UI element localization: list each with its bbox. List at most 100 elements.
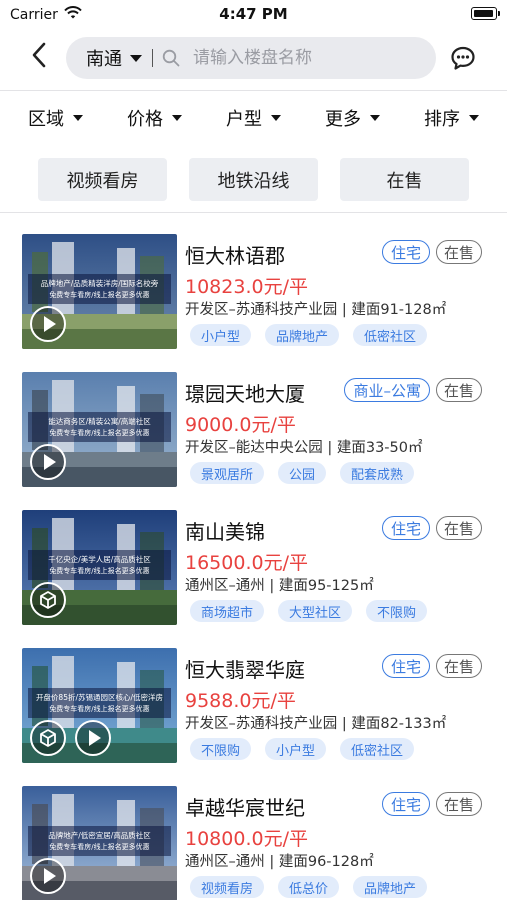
feature-tag: 低密社区: [340, 738, 415, 760]
listing-tags: 不限购 小户型 低密社区: [190, 738, 415, 760]
listing-title: 恒大翡翠华庭: [185, 658, 305, 682]
feature-tag: 商场超市: [190, 600, 265, 622]
feature-tag: 景观居所: [190, 462, 265, 484]
feature-tag: 视频看房: [190, 876, 265, 898]
search-divider: [152, 49, 153, 67]
tags-divider: [0, 212, 507, 213]
sale-status-badge: 在售: [435, 240, 482, 264]
filter-bar: 区域 价格 户型 更多 排序: [0, 94, 507, 142]
caret-down-icon: [271, 115, 281, 121]
property-type-badge: 住宅: [381, 516, 430, 540]
thumbnail-caption: 免费专车看房/线上报名更多优惠: [49, 429, 150, 437]
listing-title: 恒大林语郡: [185, 244, 285, 268]
feature-tag: 小户型: [265, 738, 327, 760]
listing-location: 开发区–能达中央公园 | 建面33-50㎡: [185, 440, 423, 456]
listing-thumbnail[interactable]: 千亿央企/美学人居/高品质社区 免费专车看房/线上报名更多优惠: [22, 510, 177, 625]
caret-down-icon: [469, 115, 479, 121]
property-type-badge: 商业–公寓: [344, 378, 430, 402]
message-button[interactable]: [449, 44, 477, 72]
thumbnail-caption: 能达商务区/精装公寓/高端社区: [48, 417, 151, 426]
filter-region[interactable]: 区域: [28, 105, 83, 131]
listing-card[interactable]: 品牌地产/品质精装洋房/国际名校旁 免费专车看房/线上报名更多优惠 恒大林语郡 …: [0, 222, 507, 360]
sale-status-badge: 在售: [435, 792, 482, 816]
listing-tags: 景观居所 公园 配套成熟: [190, 462, 415, 484]
quick-tag-on-sale[interactable]: 在售: [340, 158, 469, 201]
feature-tag: 品牌地产: [265, 324, 340, 346]
listing-location: 通州区–通州 | 建面96-128㎡: [185, 854, 374, 870]
listing-card[interactable]: 品牌地产/低密宜居/高品质社区 免费专车看房/线上报名更多优惠 卓越华宸世纪 住…: [0, 774, 507, 900]
vr-cube-icon[interactable]: [30, 582, 66, 618]
property-type-badge: 住宅: [381, 240, 430, 264]
thumbnail-caption: 免费专车看房/线上报名更多优惠: [49, 567, 150, 575]
vr-cube-icon[interactable]: [30, 720, 66, 756]
listing-price: 9588.0元/平: [185, 690, 296, 712]
feature-tag: 低密社区: [353, 324, 428, 346]
search-input[interactable]: [193, 48, 373, 68]
thumbnail-caption: 免费专车看房/线上报名更多优惠: [49, 291, 150, 299]
feature-tag: 大型社区: [278, 600, 353, 622]
status-bar: Carrier 4:47 PM: [0, 0, 507, 30]
city-selector[interactable]: 南通: [86, 45, 122, 71]
play-icon[interactable]: [30, 306, 66, 342]
sale-status-badge: 在售: [435, 516, 482, 540]
filter-label: 排序: [424, 109, 460, 130]
listing-badges: 住宅 在售: [381, 792, 482, 816]
play-icon[interactable]: [75, 720, 111, 756]
caret-down-icon: [370, 115, 380, 121]
listing-tags: 小户型 品牌地产 低密社区: [190, 324, 428, 346]
back-button[interactable]: [22, 40, 56, 74]
caret-down-icon: [73, 115, 83, 121]
chat-bubble-icon: [449, 46, 477, 76]
listing-card[interactable]: 能达商务区/精装公寓/高端社区 免费专车看房/线上报名更多优惠 璟园天地大厦 商…: [0, 360, 507, 498]
listing-price: 10800.0元/平: [185, 828, 308, 850]
sale-status-badge: 在售: [435, 654, 482, 678]
city-dropdown-icon[interactable]: [130, 54, 142, 62]
filter-sort[interactable]: 排序: [424, 105, 479, 131]
feature-tag: 公园: [278, 462, 327, 484]
battery-icon: [471, 7, 500, 20]
listing-location: 开发区–苏通科技产业园 | 建面82-133㎡: [185, 716, 447, 732]
search-icon: [161, 48, 181, 68]
listing-thumbnail[interactable]: 能达商务区/精装公寓/高端社区 免费专车看房/线上报名更多优惠: [22, 372, 177, 487]
sale-status-badge: 在售: [435, 378, 482, 402]
thumbnail-caption: 免费专车看房/线上报名更多优惠: [49, 705, 150, 713]
filter-layout[interactable]: 户型: [226, 105, 281, 131]
listing-tags: 商场超市 大型社区 不限购: [190, 600, 428, 622]
feature-tag: 配套成熟: [340, 462, 415, 484]
status-time: 4:47 PM: [219, 5, 288, 23]
listing-tags: 视频看房 低总价 品牌地产: [190, 876, 428, 898]
listing-price: 9000.0元/平: [185, 414, 296, 436]
search-bar: 南通: [66, 37, 436, 79]
listing-thumbnail[interactable]: 开盘价85折/苏锡通园区核心/低密洋房 免费专车看房/线上报名更多优惠: [22, 648, 177, 763]
filter-price[interactable]: 价格: [127, 105, 182, 131]
feature-tag: 不限购: [190, 738, 252, 760]
listing-badges: 住宅 在售: [381, 654, 482, 678]
quick-tag-metro[interactable]: 地铁沿线: [189, 158, 318, 201]
caret-down-icon: [172, 115, 182, 121]
listing-thumbnail[interactable]: 品牌地产/低密宜居/高品质社区 免费专车看房/线上报名更多优惠: [22, 786, 177, 900]
listing-card[interactable]: 开盘价85折/苏锡通园区核心/低密洋房 免费专车看房/线上报名更多优惠 恒大翡翠…: [0, 636, 507, 774]
chevron-left-icon: [30, 41, 48, 73]
quick-tag-video[interactable]: 视频看房: [38, 158, 167, 201]
listing-title: 璟园天地大厦: [185, 382, 305, 406]
feature-tag: 不限购: [366, 600, 428, 622]
listing-list: 品牌地产/品质精装洋房/国际名校旁 免费专车看房/线上报名更多优惠 恒大林语郡 …: [0, 222, 507, 900]
listing-location: 通州区–通州 | 建面95-125㎡: [185, 578, 374, 594]
listing-thumbnail[interactable]: 品牌地产/品质精装洋房/国际名校旁 免费专车看房/线上报名更多优惠: [22, 234, 177, 349]
listing-price: 10823.0元/平: [185, 276, 308, 298]
thumbnail-caption: 品牌地产/低密宜居/高品质社区: [48, 831, 151, 840]
header-divider: [0, 90, 507, 91]
play-icon[interactable]: [30, 444, 66, 480]
listing-price: 16500.0元/平: [185, 552, 308, 574]
quick-filter-tags: 视频看房 地铁沿线 在售: [38, 158, 469, 201]
listing-title: 南山美锦: [185, 520, 265, 544]
header: 南通: [0, 30, 507, 88]
filter-more[interactable]: 更多: [325, 105, 380, 131]
filter-label: 更多: [325, 109, 361, 130]
listing-card[interactable]: 千亿央企/美学人居/高品质社区 免费专车看房/线上报名更多优惠 南山美锦 住宅 …: [0, 498, 507, 636]
play-icon[interactable]: [30, 858, 66, 894]
property-type-badge: 住宅: [381, 792, 430, 816]
listing-badges: 商业–公寓 在售: [344, 378, 482, 402]
battery-level: [473, 9, 493, 17]
thumbnail-caption: 免费专车看房/线上报名更多优惠: [49, 843, 150, 851]
